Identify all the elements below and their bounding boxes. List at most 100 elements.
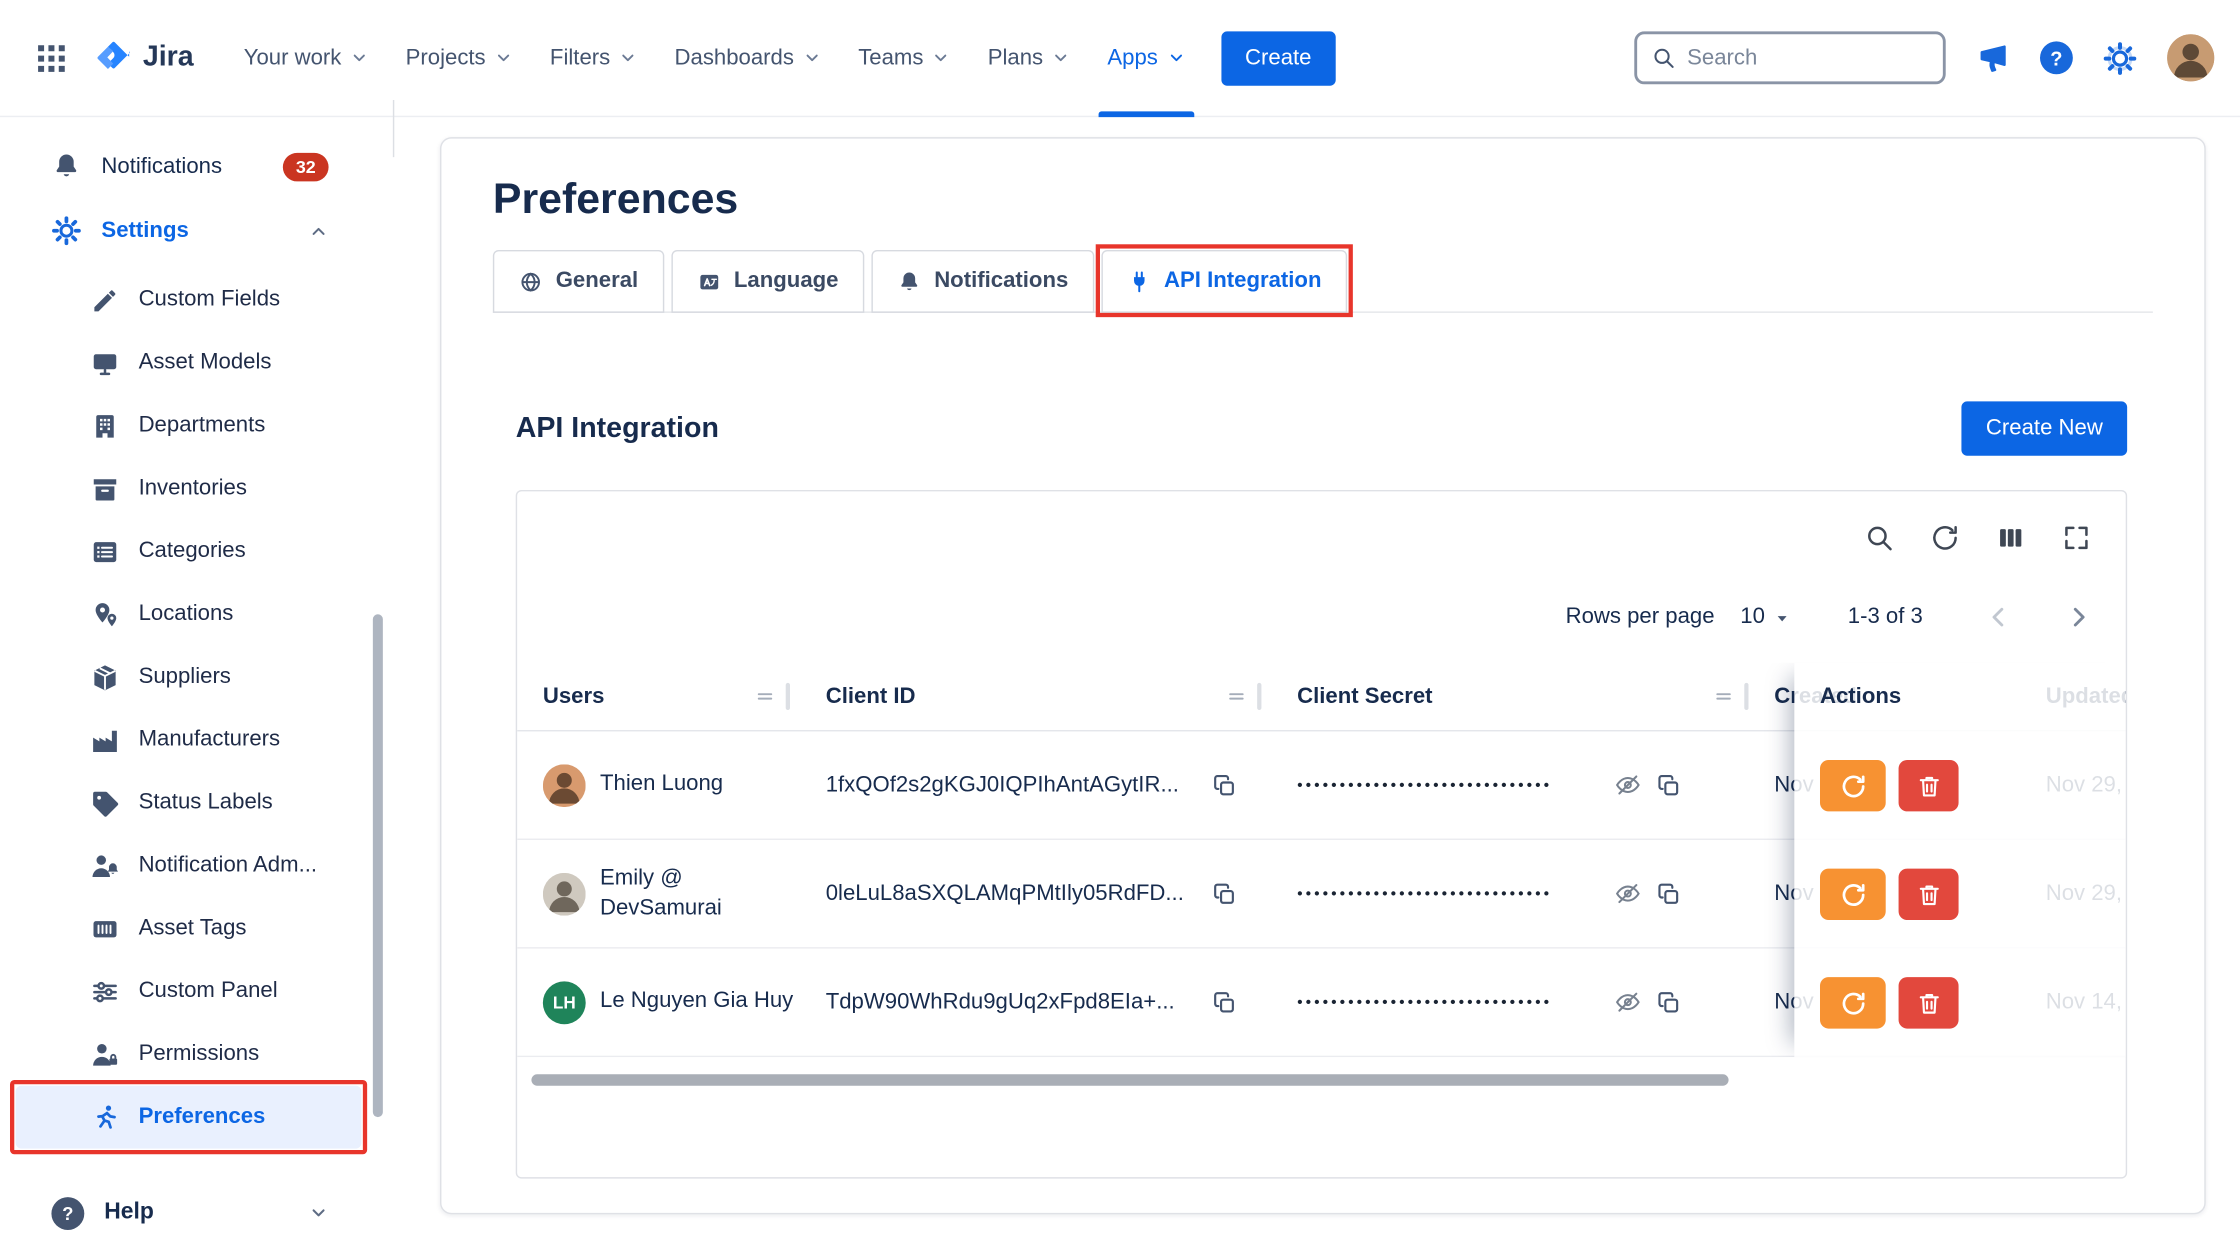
search-input[interactable]	[1687, 45, 1928, 71]
sidebar-item-custom-fields[interactable]: Custom Fields	[0, 269, 394, 332]
sidebar-item-suppliers[interactable]: Suppliers	[0, 646, 394, 709]
settings-submenu: Custom Fields Asset Models Departments I…	[0, 269, 394, 1149]
nav-your-work[interactable]: Your work	[225, 0, 387, 116]
section-title: API Integration	[516, 412, 719, 445]
sidebar-item-departments[interactable]: Departments	[0, 394, 394, 457]
sidebar-item-asset-tags[interactable]: Asset Tags	[0, 897, 394, 960]
user-avatar[interactable]	[2167, 34, 2214, 81]
sidebar-item-manufacturers[interactable]: Manufacturers	[0, 709, 394, 772]
person-lock-icon	[90, 1039, 120, 1069]
regenerate-key-button[interactable]	[1820, 869, 1886, 920]
tag-icon	[90, 788, 120, 818]
column-resize-handle[interactable]	[1257, 683, 1261, 710]
chevron-down-icon	[309, 1203, 329, 1223]
sidebar: Notifications 32 Settings Custom Fields …	[0, 117, 394, 1260]
previous-page-icon[interactable]	[1983, 601, 2014, 632]
table-columns-icon[interactable]	[1996, 522, 2026, 552]
copy-icon[interactable]	[1656, 772, 1682, 798]
create-button[interactable]: Create	[1221, 31, 1336, 85]
copy-icon[interactable]	[1211, 881, 1237, 907]
api-keys-table-panel: Rows per page 10 1-3 of 3 Users	[516, 490, 2127, 1179]
sidebar-item-notifications[interactable]: Notifications 32	[0, 134, 394, 198]
main-content: Preferences General Language Notificatio…	[394, 117, 2240, 1260]
column-resize-handle[interactable]	[786, 683, 790, 710]
tab-api-integration[interactable]: API Integration	[1101, 250, 1347, 313]
copy-icon[interactable]	[1211, 772, 1237, 798]
table-toolbar	[517, 514, 2126, 560]
help-icon[interactable]: ?	[2040, 41, 2073, 74]
eye-off-icon[interactable]	[1614, 989, 1641, 1016]
chevron-down-icon	[1166, 49, 1185, 68]
create-new-button[interactable]: Create New	[1962, 401, 2127, 455]
horizontal-scrollbar-track	[517, 1057, 2126, 1177]
nav-teams[interactable]: Teams	[840, 0, 970, 116]
chevron-down-icon	[619, 49, 638, 68]
sidebar-item-help[interactable]: ? Help	[0, 1180, 394, 1246]
column-drag-icon[interactable]	[1226, 686, 1247, 707]
table-fullscreen-icon[interactable]	[2061, 522, 2091, 552]
sidebar-item-permissions[interactable]: Permissions	[0, 1023, 394, 1086]
copy-icon[interactable]	[1656, 881, 1682, 907]
column-drag-icon[interactable]	[1713, 686, 1734, 707]
monitor-icon	[90, 348, 120, 378]
sidebar-item-notification-admin[interactable]: Notification Adm...	[0, 834, 394, 897]
regenerate-key-button[interactable]	[1820, 977, 1886, 1028]
global-search	[1634, 31, 1945, 84]
table-refresh-icon[interactable]	[1930, 522, 1960, 552]
client-id-cell: TdpW90WhRdu9gUq2xFpd8EIa+...	[800, 949, 1271, 1056]
page-title: Preferences	[493, 176, 2153, 225]
sidebar-item-categories[interactable]: Categories	[0, 520, 394, 583]
regenerate-key-button[interactable]	[1820, 760, 1886, 811]
search-icon	[1651, 46, 1675, 70]
delete-key-button[interactable]	[1899, 760, 1959, 811]
nav-dashboards[interactable]: Dashboards	[656, 0, 840, 116]
copy-icon[interactable]	[1656, 989, 1682, 1015]
language-icon	[697, 269, 721, 293]
refresh-icon	[1839, 881, 1866, 908]
nav-plans[interactable]: Plans	[969, 0, 1089, 116]
chevron-down-icon	[350, 49, 369, 68]
nav-filters[interactable]: Filters	[531, 0, 656, 116]
copy-icon[interactable]	[1211, 989, 1237, 1015]
tab-general[interactable]: General	[493, 250, 664, 313]
announcements-megaphone-icon[interactable]	[1976, 41, 2010, 75]
package-icon	[90, 662, 120, 692]
sidebar-item-locations[interactable]: Locations	[0, 583, 394, 646]
eye-off-icon[interactable]	[1614, 880, 1641, 907]
rows-per-page-select[interactable]: 10	[1740, 604, 1793, 630]
nav-projects[interactable]: Projects	[387, 0, 531, 116]
api-integration-section-header: API Integration Create New	[516, 401, 2127, 455]
horizontal-scrollbar-thumb[interactable]	[531, 1074, 1728, 1085]
avatar: LH	[543, 981, 586, 1024]
nav-apps[interactable]: Apps	[1089, 0, 1204, 116]
sidebar-item-settings[interactable]: Settings	[0, 199, 394, 263]
bell-icon	[897, 269, 921, 293]
client-id-cell: 0leLuL8aSXQLAMqPMtIly05RdFD...	[800, 840, 1271, 947]
avatar	[543, 764, 586, 807]
sidebar-scrollbar[interactable]	[373, 614, 383, 1117]
delete-key-button[interactable]	[1899, 977, 1959, 1028]
app-switcher-icon[interactable]	[31, 38, 71, 78]
archive-box-icon	[90, 474, 120, 504]
table-search-icon[interactable]	[1864, 522, 1894, 552]
user-cell: Emily @ DevSamurai	[517, 840, 800, 947]
settings-gear-icon[interactable]	[2103, 41, 2137, 75]
jira-brand[interactable]: Jira	[94, 39, 193, 78]
gear-icon	[51, 216, 81, 246]
sidebar-item-custom-panel[interactable]: Custom Panel	[0, 960, 394, 1023]
sidebar-item-inventories[interactable]: Inventories	[0, 457, 394, 520]
tab-notifications[interactable]: Notifications	[871, 250, 1094, 313]
tab-language[interactable]: Language	[671, 250, 864, 313]
sidebar-item-preferences[interactable]: Preferences	[16, 1086, 362, 1149]
sidebar-item-status-labels[interactable]: Status Labels	[0, 771, 394, 834]
column-header-client-id: Client ID	[800, 663, 1271, 730]
eye-off-icon[interactable]	[1614, 771, 1641, 798]
column-drag-icon[interactable]	[754, 686, 775, 707]
runner-icon	[90, 1102, 120, 1132]
chevron-up-icon	[309, 221, 329, 241]
sidebar-item-asset-models[interactable]: Asset Models	[0, 331, 394, 394]
delete-key-button[interactable]	[1899, 869, 1959, 920]
topbar-right-cluster: ?	[1634, 31, 2214, 84]
chevron-down-icon	[1052, 49, 1071, 68]
next-page-icon[interactable]	[2063, 601, 2094, 632]
